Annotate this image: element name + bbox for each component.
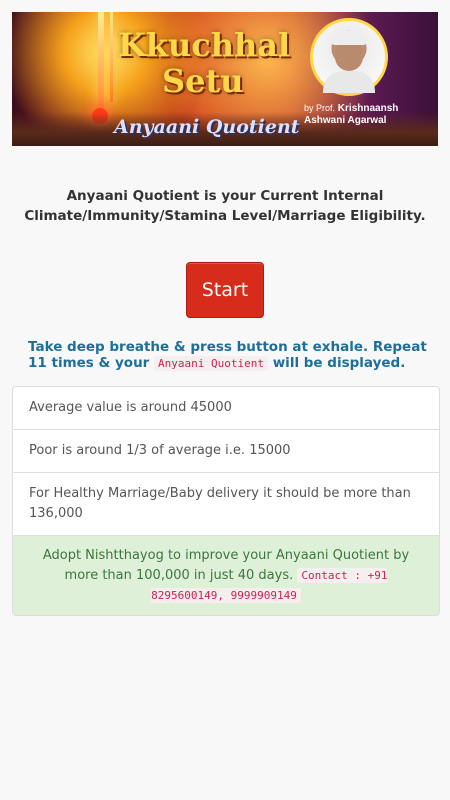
- byline-prefix: by Prof.: [304, 103, 336, 113]
- list-item: For Healthy Marriage/Baby delivery it sh…: [13, 473, 439, 536]
- list-item: Poor is around 1/3 of average i.e. 15000: [13, 430, 439, 473]
- list-item: Average value is around 45000: [13, 387, 439, 430]
- instruction-text: Take deep breathe & press button at exha…: [28, 339, 428, 372]
- light-beam-graphic: [110, 12, 113, 102]
- photo-shirt: [323, 71, 375, 93]
- intro-text: Anyaani Quotient is your Current Interna…: [24, 188, 426, 224]
- light-beam-graphic: [98, 12, 104, 122]
- brand-title-line2: Setu: [162, 62, 244, 100]
- banner-subtitle: Anyaani Quotient: [114, 116, 300, 138]
- quotient-code-label: Anyaani Quotient: [154, 356, 269, 371]
- info-list: Average value is around 45000 Poor is ar…: [12, 386, 440, 616]
- author-photo: [310, 18, 388, 96]
- author-name-line2: Ashwani Agarwal: [304, 115, 387, 126]
- instruction-after: will be displayed.: [268, 355, 406, 371]
- header-banner: Kkuchhal Setu Anyaani Quotient by Prof. …: [12, 12, 438, 146]
- brand-title-line1: Kkuchhal: [118, 26, 291, 64]
- author-byline: by Prof. Krishnaansh Ashwani Agarwal: [304, 102, 434, 127]
- promo-success-box: Adopt Nishtthayog to improve your Anyaan…: [13, 536, 439, 615]
- photo-hair: [331, 31, 367, 45]
- author-name-line1: Krishnaansh: [337, 103, 399, 114]
- start-button[interactable]: Start: [186, 262, 264, 318]
